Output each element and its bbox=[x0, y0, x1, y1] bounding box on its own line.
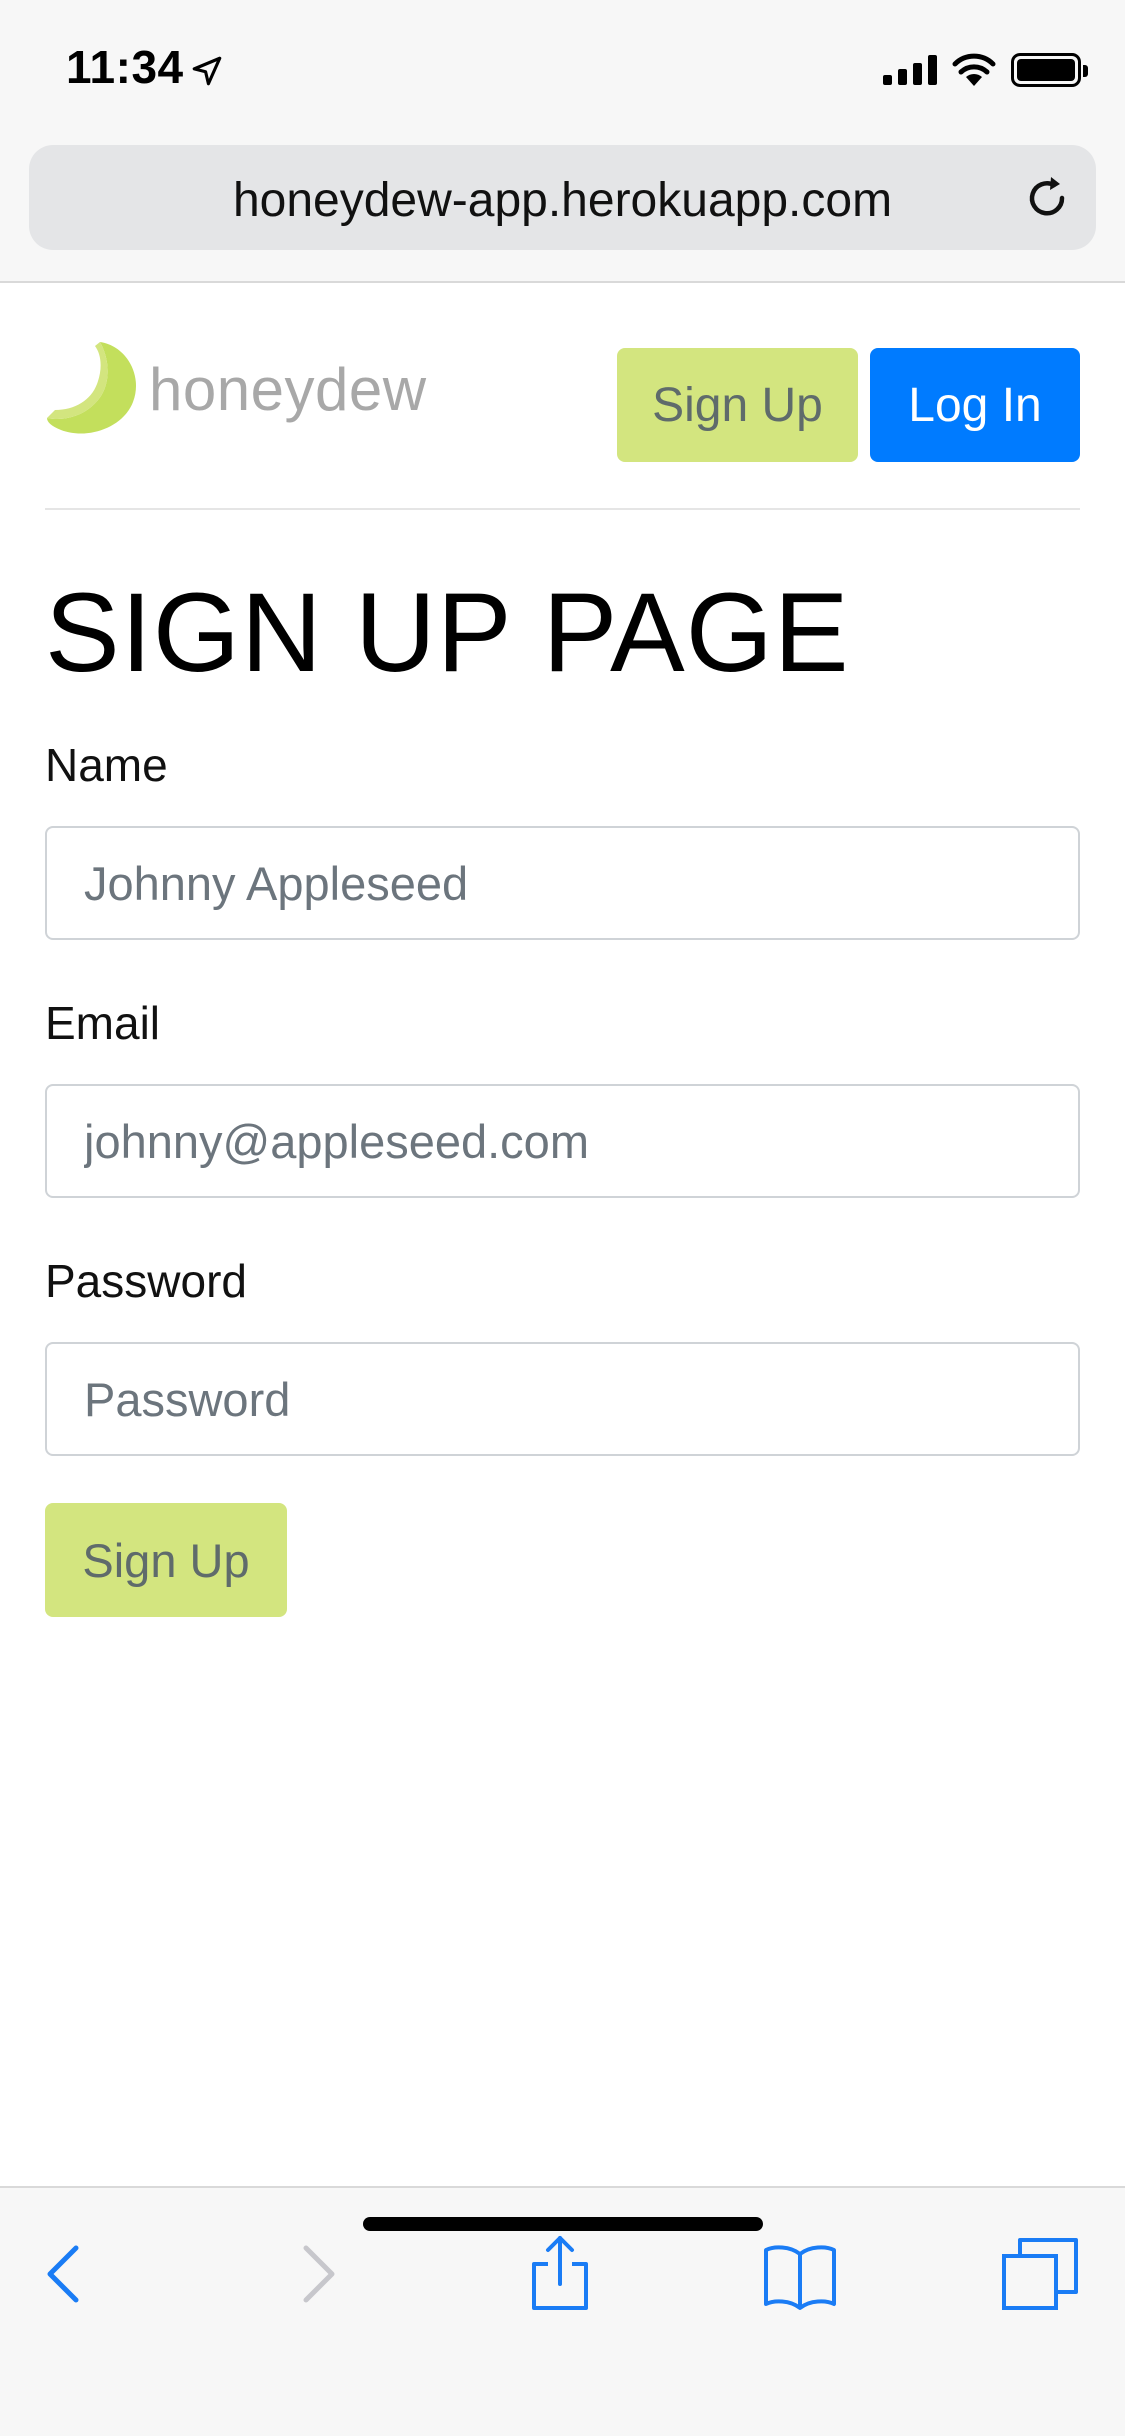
forward-icon[interactable] bbox=[276, 2234, 356, 2314]
logo-text: honeydew bbox=[149, 355, 427, 423]
name-label: Name bbox=[45, 739, 168, 791]
page-title: SIGN UP PAGE bbox=[45, 570, 850, 695]
battery-icon bbox=[1011, 53, 1088, 87]
wifi-icon bbox=[952, 53, 996, 86]
email-label: Email bbox=[45, 997, 161, 1049]
nav-signup-button[interactable]: Sign Up bbox=[617, 348, 858, 462]
bookmarks-icon[interactable] bbox=[760, 2234, 840, 2314]
browser-top-chrome: 11:34 honeydew-app.herokuapp.com bbox=[0, 0, 1125, 283]
melon-slice-icon bbox=[47, 342, 137, 434]
back-icon[interactable] bbox=[26, 2234, 106, 2314]
tabs-icon[interactable] bbox=[1000, 2234, 1080, 2314]
nav-login-button[interactable]: Log In bbox=[870, 348, 1080, 462]
header-divider bbox=[45, 508, 1080, 510]
url-text[interactable]: honeydew-app.herokuapp.com bbox=[29, 173, 1096, 228]
home-indicator[interactable] bbox=[363, 2217, 763, 2231]
password-input[interactable] bbox=[45, 1342, 1080, 1456]
email-input[interactable] bbox=[45, 1084, 1080, 1198]
status-time: 11:34 bbox=[66, 41, 184, 93]
signup-submit-button[interactable]: Sign Up bbox=[45, 1503, 287, 1617]
honeydew-logo[interactable]: honeydew bbox=[45, 340, 427, 438]
share-icon[interactable] bbox=[520, 2234, 600, 2314]
password-label: Password bbox=[45, 1255, 247, 1307]
name-input[interactable] bbox=[45, 826, 1080, 940]
location-arrow-icon bbox=[192, 56, 222, 86]
address-bar[interactable]: honeydew-app.herokuapp.com bbox=[29, 145, 1096, 250]
cellular-signal-icon bbox=[883, 55, 937, 85]
reload-icon[interactable] bbox=[1022, 173, 1072, 223]
status-indicators bbox=[883, 50, 1088, 90]
